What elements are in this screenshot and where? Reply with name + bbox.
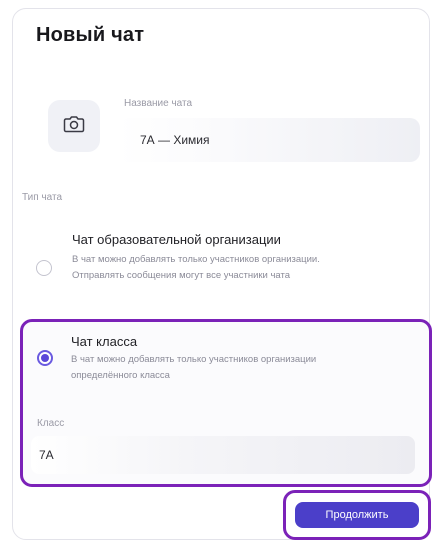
chat-name-input[interactable]: 7А — Химия	[118, 118, 420, 162]
chat-type-label: Тип чата	[22, 192, 63, 203]
class-select[interactable]: 7А	[31, 436, 415, 474]
class-select-value: 7А	[39, 448, 54, 462]
radio-organization[interactable]	[36, 260, 52, 276]
option-organization-chat[interactable]: Чат образовательной организации В чат мо…	[22, 226, 414, 310]
dialog-title: Новый чат	[36, 24, 145, 46]
option-organization-description: В чат можно добавлять только участников …	[72, 254, 320, 281]
option-organization-title: Чат образовательной организации	[72, 232, 281, 247]
chat-avatar-upload[interactable]	[48, 100, 100, 152]
chat-name-label: Название чата	[124, 98, 193, 109]
camera-icon	[63, 114, 85, 139]
continue-button[interactable]: Продолжить	[295, 502, 419, 528]
new-chat-page: Новый чат Название чата 7А — Химия Тип ч…	[0, 0, 432, 541]
class-field-label: Класс	[37, 418, 65, 429]
option-class-description: В чат можно добавлять только участников …	[71, 354, 317, 381]
continue-button-highlight: Продолжить	[283, 490, 431, 540]
chat-name-value: 7А — Химия	[140, 133, 210, 147]
option-class-title: Чат класса	[71, 334, 138, 349]
radio-class[interactable]	[37, 350, 53, 366]
option-class-chat[interactable]: Чат класса В чат можно добавлять только …	[20, 319, 432, 487]
